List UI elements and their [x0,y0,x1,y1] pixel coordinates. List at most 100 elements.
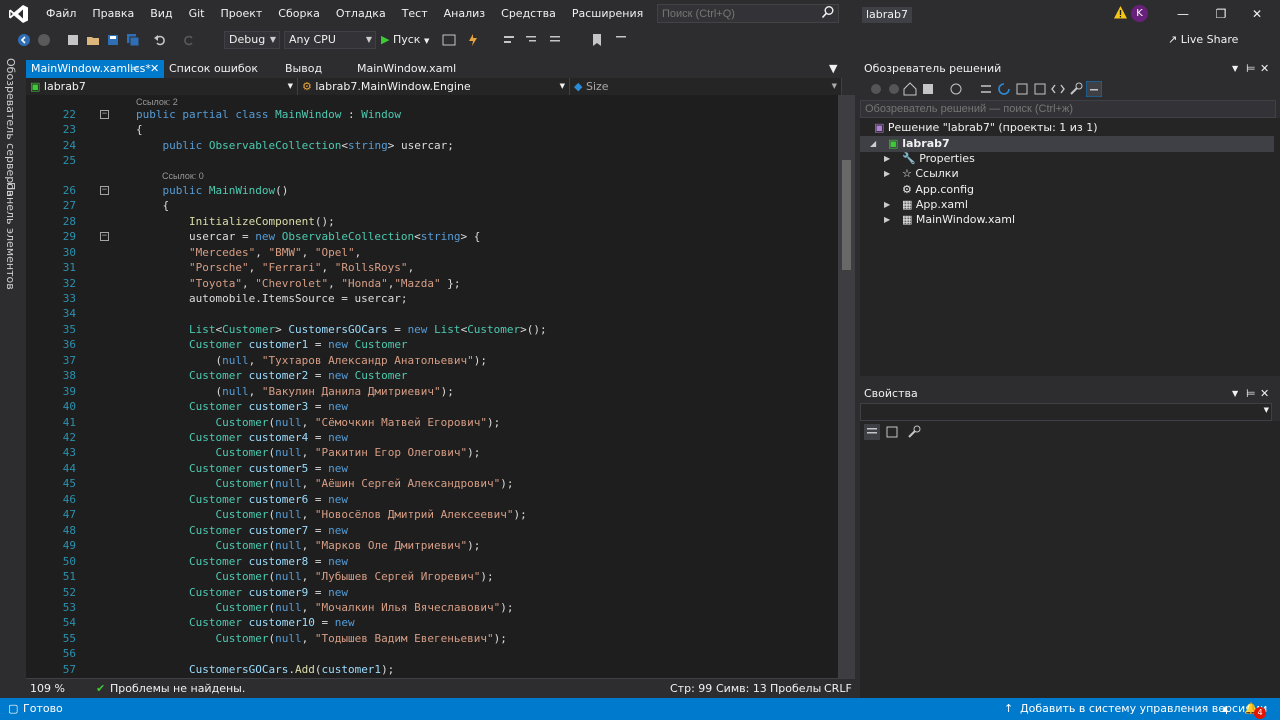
code-line[interactable]: 23 { [26,122,838,138]
code-line[interactable]: 53 Customer(null, "Мочалкин Илья Вячесла… [26,600,838,616]
menu-project[interactable]: Проект [212,0,270,28]
step-icon[interactable] [502,33,516,47]
alphabetical-icon[interactable] [884,424,900,440]
tab-mainwindow-xaml[interactable]: MainWindow.xaml [352,60,461,78]
close-icon[interactable]: ✕ [1260,60,1269,78]
search-icon[interactable] [821,5,835,19]
close-icon[interactable]: ✕ [1260,385,1269,403]
code-line[interactable]: 46 Customer customer6 = new [26,492,838,508]
refresh-icon[interactable] [996,81,1012,97]
chevron-up-icon[interactable]: ▲ [1222,698,1228,720]
indent-icon[interactable] [524,33,538,47]
menu-build[interactable]: Сборка [270,0,328,28]
code-line[interactable]: 40 Customer customer3 = new [26,399,838,415]
collapsed-arrow-icon[interactable]: ▶ [884,166,890,182]
menu-extensions[interactable]: Расширения [564,0,651,28]
add-to-source-control-button[interactable]: Добавить в систему управления версиями [1020,698,1267,720]
code-line[interactable]: 29 − usercar = new ObservableCollection<s… [26,229,838,245]
code-line[interactable]: 22 − public partial class MainWindow : Win… [26,107,838,123]
menu-view[interactable]: Вид [142,0,180,28]
collapse-all-icon[interactable] [1014,81,1030,97]
solution-search-input[interactable] [860,100,1276,118]
code-line[interactable]: 34 [26,306,838,322]
forward-icon[interactable] [37,33,51,47]
preview-icon[interactable] [1086,81,1102,97]
code-line[interactable]: 51 Customer(null, "Лубышев Сергей Игорев… [26,569,838,585]
member-dropdown[interactable]: ◆ Size ▼ [570,78,842,95]
property-pages-icon[interactable] [906,424,922,440]
comment-icon[interactable] [548,33,562,47]
editor-scrollbar-thumb[interactable] [842,160,851,270]
column-number[interactable]: Симв: 13 [716,682,767,695]
back-icon[interactable] [17,33,31,47]
close-icon[interactable]: ✕ [1234,0,1280,28]
code-line[interactable]: 42 Customer customer4 = new [26,430,838,446]
code-line[interactable]: 49 Customer(null, "Марков Оле Дмитриевич… [26,538,838,554]
back-icon[interactable] [868,81,884,97]
warning-icon[interactable] [1113,5,1128,20]
history-icon[interactable] [948,81,964,97]
code-line[interactable]: 52 Customer customer9 = new [26,585,838,601]
avatar[interactable]: K [1131,5,1148,22]
menu-debug[interactable]: Отладка [328,0,394,28]
wrench-icon[interactable] [1068,81,1084,97]
open-folder-icon[interactable] [86,33,100,47]
properties-object-select[interactable]: ▼ [860,403,1272,421]
menu-file[interactable]: Файл [38,0,84,28]
tree-item-properties[interactable]: 🔧 Properties [902,151,975,167]
configuration-select[interactable]: Debug ▼ [224,31,280,49]
menu-test[interactable]: Тест [394,0,436,28]
code-line[interactable]: 26 − public MainWindow() [26,183,838,199]
tree-item-app-xaml[interactable]: ▦ App.xaml [902,197,968,213]
code-line[interactable]: 41 Customer(null, "Сёмочкин Матвей Егоро… [26,415,838,431]
code-line[interactable]: 28 InitializeComponent(); [26,214,838,230]
collapsed-arrow-icon[interactable]: ▶ [884,151,890,167]
expanded-arrow-icon[interactable]: ◢ [870,136,876,152]
code-line[interactable]: 47 Customer(null, "Новосёлов Дмитрий Але… [26,507,838,523]
bookmark-prev-icon[interactable] [614,33,628,47]
code-line[interactable]: 25 [26,153,838,169]
dropdown-icon[interactable]: ▼ [1232,60,1238,78]
platform-select[interactable]: Any CPU ▼ [284,31,376,49]
zoom-level[interactable]: 109 % [30,682,65,695]
collapse-icon[interactable]: − [100,185,109,195]
problems-status[interactable]: Проблемы не найдены. [110,682,245,695]
code-line[interactable]: 44 Customer customer5 = new [26,461,838,477]
toolbox-tab[interactable]: Панель элементов [4,182,17,290]
code-editor[interactable]: Ссылок: 2 22− public partial class MainWi… [26,95,838,678]
code-line[interactable]: 32 "Toyota", "Chevrolet", "Honda","Mazda… [26,276,838,292]
code-view-icon[interactable] [1050,81,1066,97]
close-icon[interactable]: ✕ [150,60,159,78]
code-line[interactable]: 36 Customer customer1 = new Customer [26,337,838,353]
code-line[interactable]: 38 Customer customer2 = new Customer [26,368,838,384]
pin-icon[interactable]: ⊨ [1246,385,1256,403]
project-dropdown[interactable]: ▣ labrab7 ▼ [26,78,298,95]
show-all-files-icon[interactable] [1032,81,1048,97]
line-ending[interactable]: CRLF [824,682,852,695]
project-node[interactable]: ▣ labrab7 [888,136,950,152]
save-icon[interactable] [106,33,120,47]
code-line[interactable]: 35 List<Customer> CustomersGOCars = new … [26,322,838,338]
tree-item-references[interactable]: ☆ Ссылки [902,166,959,182]
code-line[interactable]: 56 [26,646,838,662]
tab-mainwindow-xaml-cs[interactable]: MainWindow.xaml.cs* ⊨ ✕ [26,60,164,78]
new-project-icon[interactable] [66,33,80,47]
start-button[interactable]: ▶ Пуск ▼ [381,31,429,50]
menu-analyze[interactable]: Анализ [436,0,494,28]
code-line[interactable]: 45 Customer(null, "Аёшин Сергей Александ… [26,476,838,492]
live-share-button[interactable]: ↗ Live Share [1168,32,1238,48]
code-line[interactable]: 57 CustomersGOCars.Add(customer1); [26,662,838,678]
sync-icon[interactable] [978,81,994,97]
tree-item-mainwindow-xaml[interactable]: ▦ MainWindow.xaml [902,212,1015,228]
pin-icon[interactable]: ⊨ [130,60,140,78]
solution-root-node[interactable]: ▣ Решение "labrab7" (проекты: 1 из 1) [874,120,1098,136]
code-line[interactable]: 39 (null, "Вакулин Данила Дмитриевич"); [26,384,838,400]
code-line[interactable]: 48 Customer customer7 = new [26,523,838,539]
tab-overflow-icon[interactable]: ▼ [824,60,842,78]
code-line[interactable]: 37 (null, "Тухтаров Александр Анатольеви… [26,353,838,369]
code-line[interactable]: 24 public ObservableCollection<string> u… [26,138,838,154]
code-line[interactable]: 33 automobile.ItemsSource = usercar; [26,291,838,307]
categorized-icon[interactable] [864,424,880,440]
forward-icon[interactable] [886,81,902,97]
switch-views-icon[interactable] [920,81,936,97]
